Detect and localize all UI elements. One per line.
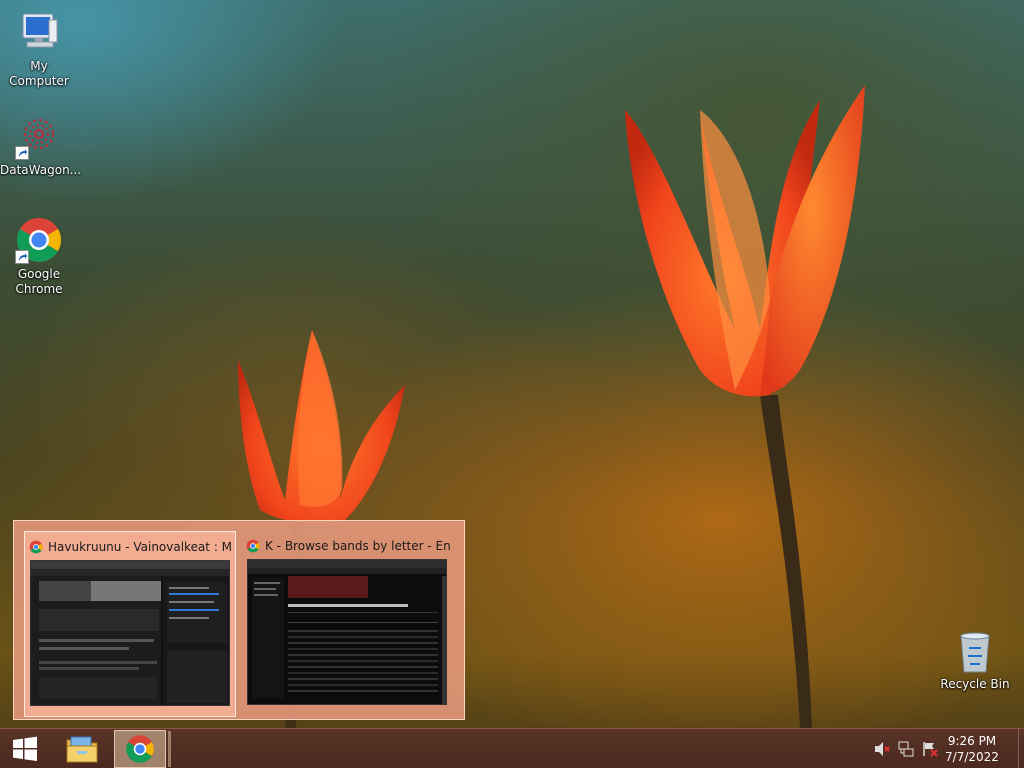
- thumbnail-window-browse-bands[interactable]: K - Browse bands by letter - Enc...: [242, 531, 454, 717]
- network-icon[interactable]: [898, 741, 914, 757]
- desktop-icon-my-computer[interactable]: My Computer: [0, 8, 78, 89]
- computer-icon: [15, 8, 63, 56]
- thumbnail-title: Havukruunu - Vainovalkeat : M...: [48, 540, 231, 554]
- window-preview-image: [248, 560, 446, 704]
- chrome-icon: [29, 540, 43, 554]
- volume-muted-icon[interactable]: [874, 741, 890, 757]
- taskbar-chrome[interactable]: [114, 730, 166, 768]
- clock-time: 9:26 PM: [947, 734, 997, 748]
- thumbnail-title-bar: K - Browse bands by letter - Enc...: [246, 537, 450, 555]
- datawagon-icon: [15, 112, 63, 160]
- desktop-icon-label: My Computer: [9, 59, 69, 88]
- show-desktop-button[interactable]: [1018, 729, 1024, 768]
- thumbnail-title: K - Browse bands by letter - Enc...: [265, 539, 450, 553]
- desktop-icon-datawagon[interactable]: DataWagon...: [0, 112, 82, 178]
- recycle-bin-icon: [951, 630, 999, 674]
- thumbnail-preview: [30, 560, 230, 706]
- windows-logo-icon: [13, 736, 37, 761]
- thumbnail-title-bar: Havukruunu - Vainovalkeat : M...: [29, 538, 231, 556]
- desktop-icon-recycle-bin[interactable]: Recycle Bin: [936, 630, 1014, 692]
- window-preview-image: [31, 561, 229, 705]
- desktop-icon-google-chrome[interactable]: Google Chrome: [0, 216, 78, 297]
- chrome-icon: [126, 735, 154, 763]
- file-explorer-icon: [66, 736, 98, 763]
- start-button[interactable]: [0, 730, 50, 768]
- desktop-icon-label: DataWagon...: [0, 163, 82, 177]
- desktop-icon-label: Google Chrome: [15, 267, 63, 296]
- shortcut-arrow-icon: [15, 146, 29, 160]
- action-center-icon[interactable]: [922, 741, 938, 757]
- desktop-icon-label: Recycle Bin: [940, 677, 1010, 691]
- system-clock[interactable]: 9:26 PM 7/7/2022: [942, 733, 1002, 765]
- shortcut-arrow-icon: [15, 250, 29, 264]
- taskbar: 9:26 PM 7/7/2022: [0, 728, 1024, 768]
- clock-date: 7/7/2022: [945, 750, 999, 764]
- thumbnail-preview: [247, 559, 447, 705]
- thumbnail-window-havukruunu[interactable]: Havukruunu - Vainovalkeat : M...: [24, 531, 236, 717]
- taskbar-stack-edge: [168, 731, 171, 767]
- chrome-icon: [246, 539, 260, 553]
- chrome-icon: [15, 216, 63, 264]
- taskbar-thumbnail-popup: Havukruunu - Vainovalkeat : M... K - Bro…: [13, 520, 465, 720]
- taskbar-file-explorer[interactable]: [56, 730, 108, 768]
